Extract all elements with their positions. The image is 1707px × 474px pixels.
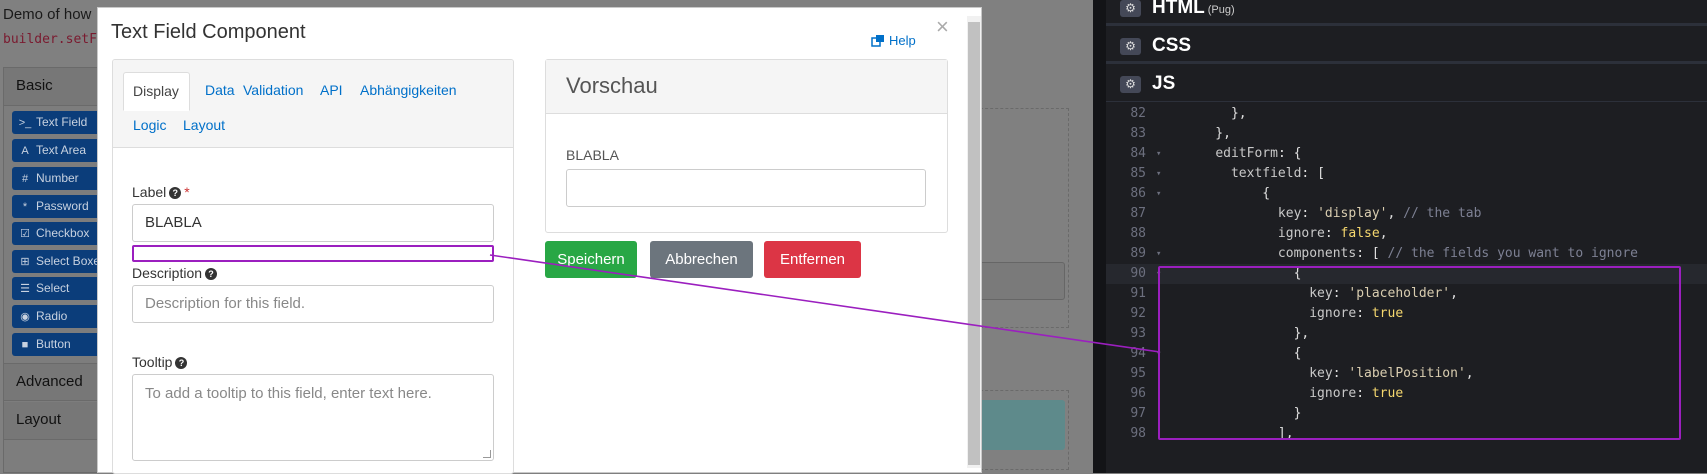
annotation-arrow [489, 254, 1161, 353]
